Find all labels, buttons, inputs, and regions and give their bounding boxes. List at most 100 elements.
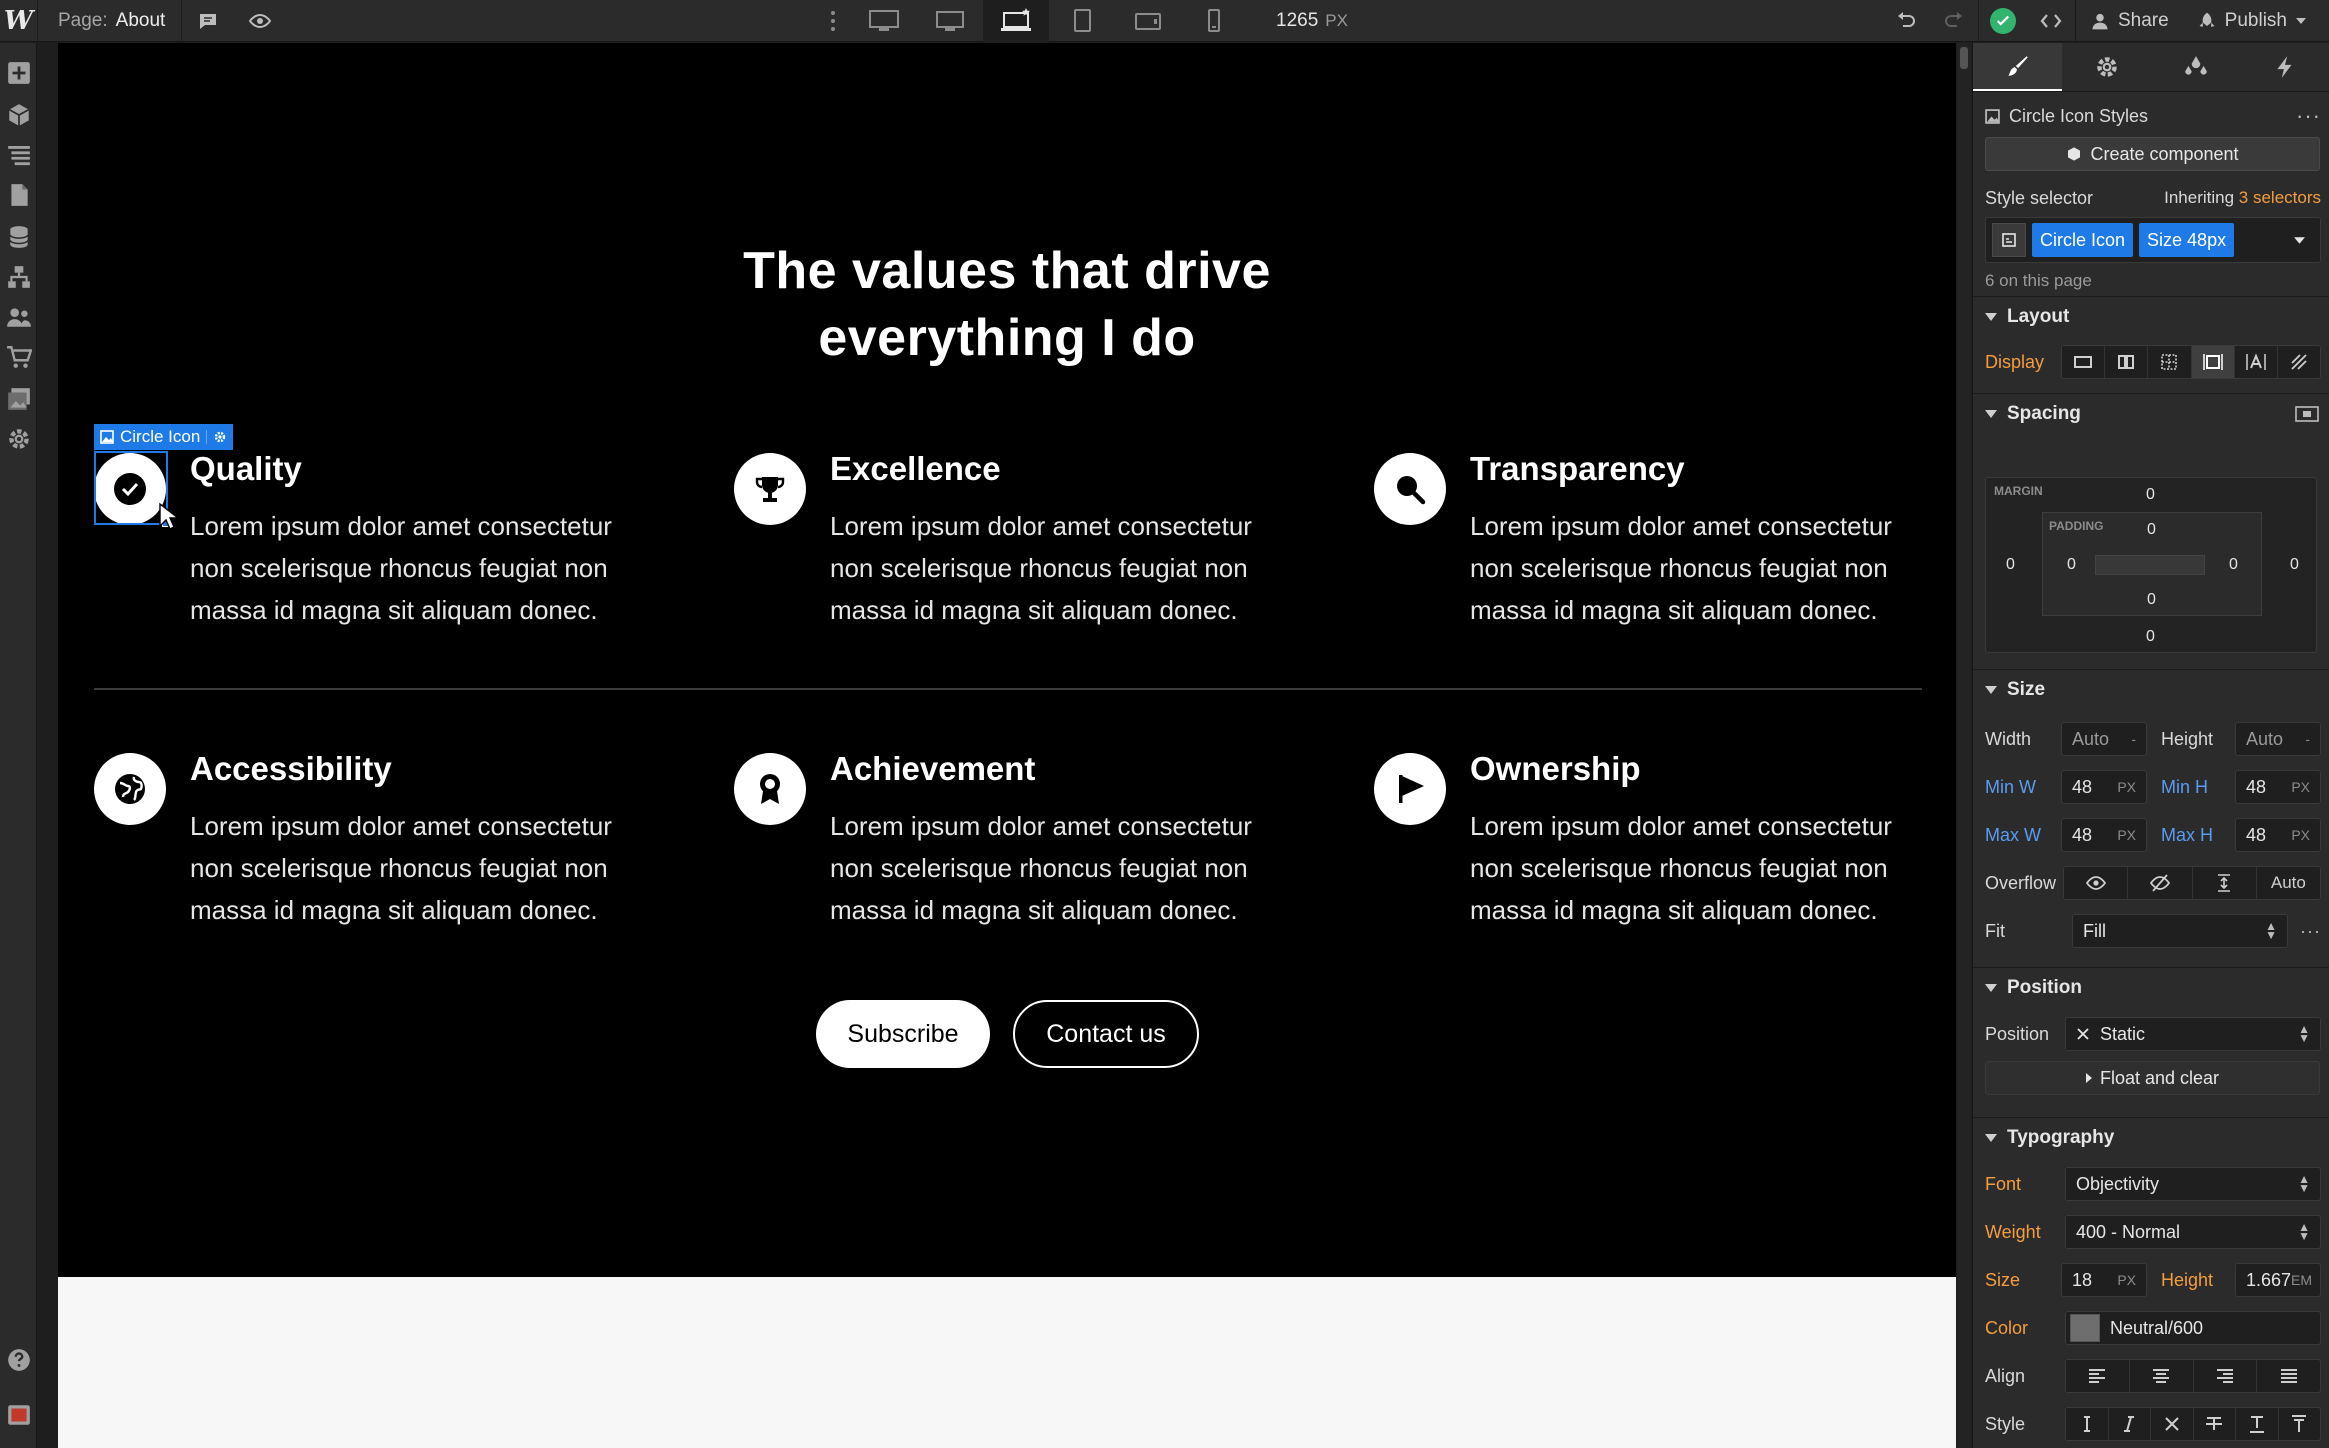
publish-status-icon[interactable]: [1979, 0, 2027, 42]
spacing-preset-icon[interactable]: [2295, 405, 2319, 422]
preview-eye-icon[interactable]: [234, 0, 286, 42]
scrollbar-thumb[interactable]: [1960, 47, 1968, 69]
element-settings-gear-icon[interactable]: [206, 430, 227, 444]
align-left-icon[interactable]: [2066, 1360, 2130, 1392]
value-title[interactable]: Transparency: [1470, 450, 1685, 488]
cms-database-icon[interactable]: [0, 217, 37, 257]
page-canvas[interactable]: The values that drive everything I do Qu…: [58, 43, 1956, 1448]
align-right-icon[interactable]: [2194, 1360, 2258, 1392]
breakpoint-desktop-icon[interactable]: [983, 0, 1049, 42]
underline-icon[interactable]: [2236, 1408, 2279, 1440]
tab-interactions[interactable]: [2240, 43, 2329, 91]
padding-right-value[interactable]: 0: [2229, 556, 2238, 574]
overflow-visible-eye-icon[interactable]: [2064, 867, 2129, 899]
page-selector[interactable]: Page: About: [38, 0, 181, 42]
canvas-width-readout[interactable]: 1265 PX: [1276, 0, 1348, 42]
breakpoint-mobile-icon[interactable]: [1181, 0, 1247, 42]
value-description[interactable]: Lorem ipsum dolor amet consectetur non s…: [1470, 805, 1940, 931]
value-description[interactable]: Lorem ipsum dolor amet consectetur non s…: [830, 805, 1300, 931]
min-width-input[interactable]: 48 PX: [2061, 770, 2147, 804]
display-none-icon[interactable]: [2278, 346, 2320, 378]
overflow-scroll-icon[interactable]: [2193, 867, 2257, 899]
value-title[interactable]: Ownership: [1470, 750, 1641, 788]
breakpoint-landscape-icon[interactable]: [1115, 0, 1181, 42]
help-icon[interactable]: [0, 1340, 37, 1380]
selector-field[interactable]: Circle Icon Size 48px: [1985, 217, 2321, 263]
video-tutorials-icon[interactable]: [0, 1395, 37, 1435]
float-and-clear-toggle[interactable]: Float and clear: [1985, 1061, 2320, 1095]
section-layout[interactable]: Layout: [1973, 296, 2329, 336]
users-icon[interactable]: [0, 297, 37, 337]
font-select[interactable]: Objectivity ▲ ▼: [2065, 1167, 2321, 1201]
more-options-icon[interactable]: ···: [2296, 103, 2321, 129]
display-block-icon[interactable]: [2062, 346, 2106, 378]
selected-element-tag[interactable]: Circle Icon: [94, 424, 234, 450]
align-center-icon[interactable]: [2130, 1360, 2194, 1392]
logic-flow-icon[interactable]: [0, 257, 37, 297]
overflow-auto-option[interactable]: Auto: [2257, 867, 2320, 899]
value-title[interactable]: Achievement: [830, 750, 1035, 788]
position-select[interactable]: Static ▲ ▼: [2065, 1017, 2321, 1051]
padding-left-value[interactable]: 0: [2067, 556, 2076, 574]
color-swatch[interactable]: [2070, 1314, 2100, 1342]
overflow-hidden-eye-icon[interactable]: [2128, 867, 2193, 899]
comments-icon[interactable]: [182, 0, 234, 42]
weight-select[interactable]: 400 - Normal ▲ ▼: [2065, 1215, 2321, 1249]
section-spacing[interactable]: Spacing: [1973, 393, 2329, 433]
margin-right-value[interactable]: 0: [2290, 556, 2299, 574]
value-title[interactable]: Excellence: [830, 450, 1001, 488]
redo-icon[interactable]: [1930, 0, 1978, 42]
style-regular-icon[interactable]: [2066, 1408, 2109, 1440]
color-input[interactable]: Neutral/600: [2065, 1311, 2321, 1345]
components-cube-icon[interactable]: [0, 95, 37, 135]
section-size[interactable]: Size: [1973, 669, 2329, 709]
pages-icon[interactable]: [0, 175, 37, 215]
value-description[interactable]: Lorem ipsum dolor amet consectetur non s…: [190, 805, 660, 931]
max-width-input[interactable]: 48 PX: [2061, 818, 2147, 852]
value-title[interactable]: Accessibility: [190, 750, 392, 788]
circle-icon[interactable]: [1374, 753, 1446, 825]
chevron-down-icon[interactable]: [2293, 234, 2306, 247]
create-component-button[interactable]: Create component: [1985, 137, 2320, 171]
width-input[interactable]: Auto -: [2061, 722, 2147, 756]
subscribe-button[interactable]: Subscribe: [816, 1000, 990, 1068]
padding-top-value[interactable]: 0: [2147, 521, 2156, 539]
inheriting-info[interactable]: Inheriting 3 selectors: [2164, 188, 2321, 208]
add-elements-icon[interactable]: [0, 53, 37, 93]
publish-button[interactable]: Publish: [2183, 0, 2329, 42]
circle-icon[interactable]: [1374, 453, 1446, 525]
breakpoint-tablet-icon[interactable]: [1049, 0, 1115, 42]
inheriting-link[interactable]: 3 selectors: [2239, 188, 2321, 207]
margin-top-value[interactable]: 0: [2146, 486, 2155, 504]
undo-icon[interactable]: [1882, 0, 1930, 42]
ecommerce-cart-icon[interactable]: [0, 337, 37, 377]
more-options-icon[interactable]: [815, 0, 851, 42]
line-height-input[interactable]: 1.667 EM: [2235, 1263, 2321, 1297]
tab-style[interactable]: [1973, 43, 2062, 91]
code-export-icon[interactable]: [2027, 0, 2075, 42]
circle-icon[interactable]: [734, 753, 806, 825]
margin-left-value[interactable]: 0: [2006, 556, 2015, 574]
strikethrough-icon[interactable]: [2194, 1408, 2236, 1440]
tab-settings[interactable]: [2062, 43, 2151, 91]
display-inline-icon[interactable]: [2235, 346, 2278, 378]
font-size-input[interactable]: 18 PX: [2061, 1263, 2147, 1297]
next-section[interactable]: [58, 1277, 1956, 1448]
display-flex-icon[interactable]: [2105, 346, 2149, 378]
section-heading[interactable]: The values that drive everything I do: [58, 238, 1956, 372]
tab-style-manager[interactable]: [2151, 43, 2240, 91]
breakpoint-1440-icon[interactable]: [917, 0, 983, 42]
selector-chip-circle-icon[interactable]: Circle Icon: [2032, 223, 2134, 257]
webflow-logo[interactable]: W: [0, 0, 37, 42]
navigator-icon[interactable]: [0, 135, 37, 175]
display-inline-block-icon[interactable]: [2191, 346, 2235, 378]
overline-icon[interactable]: [2279, 1408, 2321, 1440]
value-description[interactable]: Lorem ipsum dolor amet consectetur non s…: [1470, 505, 1940, 631]
align-justify-icon[interactable]: [2257, 1360, 2320, 1392]
display-grid-icon[interactable]: [2148, 346, 2192, 378]
padding-bottom-value[interactable]: 0: [2147, 591, 2156, 609]
value-description[interactable]: Lorem ipsum dolor amet consectetur non s…: [190, 505, 660, 631]
share-button[interactable]: Share: [2076, 0, 2183, 42]
circle-icon[interactable]: [94, 753, 166, 825]
canvas-scrollbar[interactable]: [1957, 43, 1971, 1448]
